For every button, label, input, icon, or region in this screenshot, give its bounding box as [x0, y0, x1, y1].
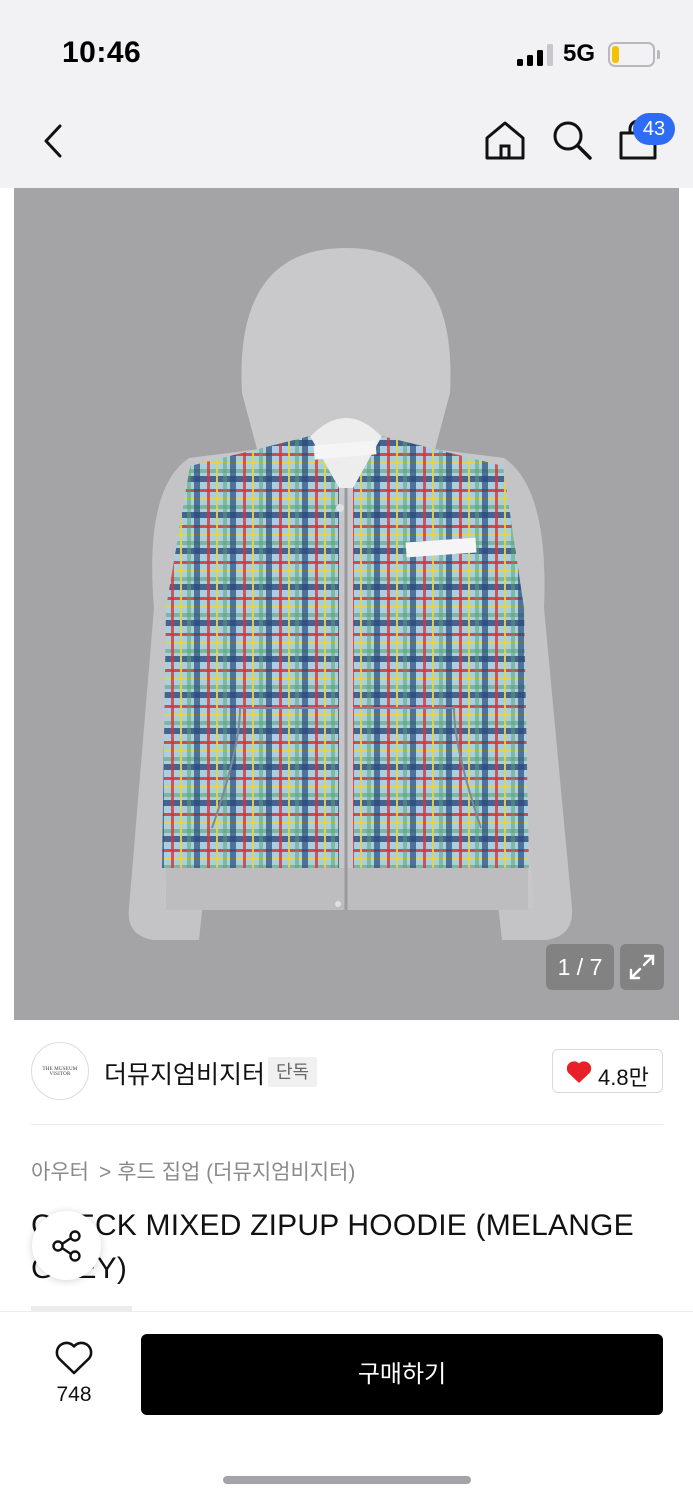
- battery-icon: [608, 42, 655, 67]
- exclusive-badge: 단독: [268, 1057, 318, 1087]
- home-icon[interactable]: [483, 118, 527, 162]
- breadcrumb-category[interactable]: 아우터: [31, 1156, 89, 1186]
- network-type: 5G: [563, 40, 596, 67]
- back-arrow-icon[interactable]: [38, 120, 68, 162]
- brand-like-count: 4.8만: [598, 1065, 649, 1090]
- heart-filled-icon: [566, 1061, 592, 1083]
- image-counter: 1 / 7: [546, 944, 614, 990]
- brand-name[interactable]: 더뮤지엄비지터: [104, 1055, 265, 1091]
- wishlist-count: 748: [56, 1383, 92, 1406]
- expand-image-button[interactable]: [620, 944, 664, 990]
- brand-logo[interactable]: THE MUSEUM VISITOR: [31, 1042, 89, 1100]
- share-icon: [52, 1230, 81, 1262]
- home-indicator: [223, 1476, 471, 1484]
- hoodie-illustration: [128, 248, 573, 940]
- cart-count-badge: 43: [633, 113, 675, 145]
- status-time: 10:46: [62, 36, 142, 69]
- share-button[interactable]: [32, 1211, 101, 1280]
- battery-tip: [657, 50, 660, 59]
- product-image[interactable]: [14, 188, 679, 1020]
- breadcrumb-separator: >: [98, 1161, 112, 1184]
- heart-outline-icon: [55, 1341, 93, 1375]
- breadcrumb-subcategory[interactable]: 후드 집업 (더뮤지엄비지터): [117, 1156, 355, 1186]
- expand-icon: [629, 954, 655, 980]
- divider: [31, 1124, 663, 1125]
- product-title: CHECK MIXED ZIPUP HOODIE (MELANGE GREY): [31, 1209, 634, 1285]
- buy-button[interactable]: 구매하기: [141, 1334, 663, 1415]
- wishlist-button[interactable]: 748: [42, 1336, 106, 1410]
- breadcrumb: 아우터 > 후드 집업 (더뮤지엄비지터): [31, 1156, 355, 1186]
- brand-like-button[interactable]: 4.8만: [552, 1049, 663, 1093]
- search-icon[interactable]: [550, 118, 594, 162]
- signal-strength-icon: [517, 44, 553, 66]
